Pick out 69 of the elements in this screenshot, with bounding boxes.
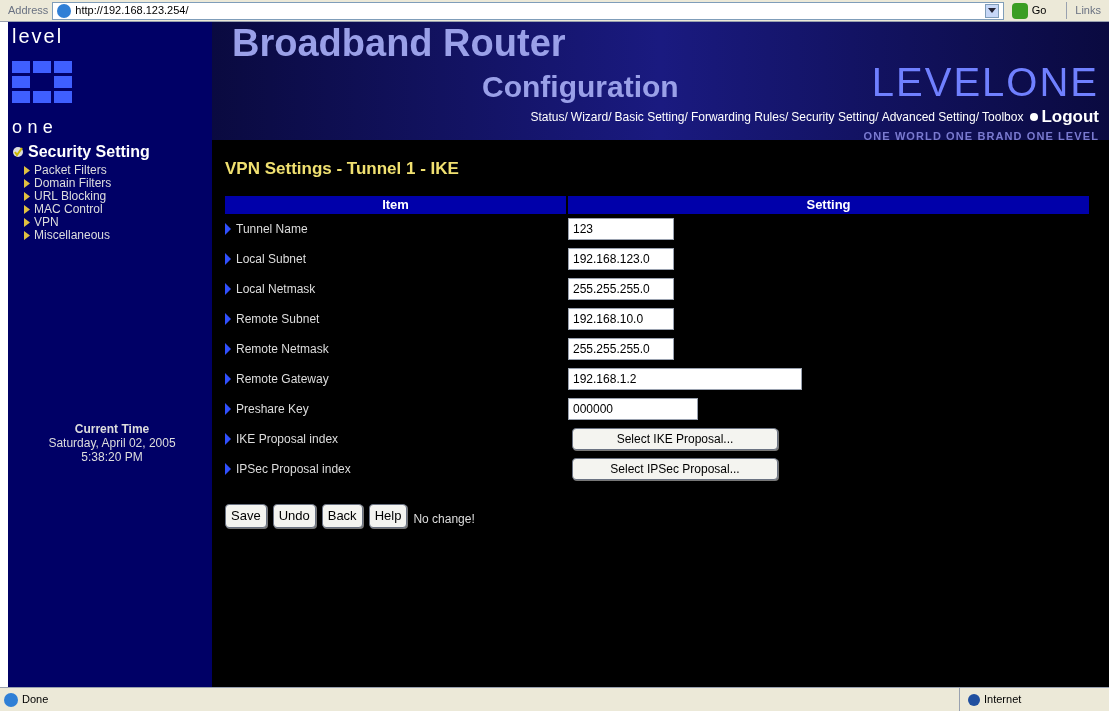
arrow-icon — [225, 462, 231, 475]
sidebar-section-title: Security Setting — [28, 142, 150, 162]
arrow-icon — [225, 312, 231, 325]
logo-text: one — [12, 118, 60, 136]
sidebar-link[interactable]: URL Blocking — [34, 190, 107, 203]
action-button[interactable]: Back — [321, 503, 363, 528]
go-button[interactable]: Go — [1031, 2, 1047, 19]
input-field[interactable]: 000000 — [568, 397, 698, 420]
logout-link[interactable]: Logout — [1041, 104, 1099, 130]
status-message: No change! — [413, 510, 475, 528]
arrow-icon — [225, 222, 231, 235]
sidebar-link[interactable]: Miscellaneous — [34, 229, 111, 242]
brand-logo: LEVELONE — [871, 62, 1099, 102]
brand-slogan: ONE WORLD ONE BRAND ONE LEVEL — [862, 129, 1099, 143]
field-label: IPSec Proposal index — [236, 460, 351, 478]
arrow-icon — [225, 342, 231, 355]
nav-link[interactable]: Advanced Setting/ — [881, 107, 980, 126]
time-text: 5:38:20 PM — [81, 450, 143, 464]
input-field[interactable]: 255.255.255.0 — [568, 337, 674, 360]
arrow-icon — [225, 372, 231, 385]
page-title: VPN Settings - Tunnel 1 - IKE — [225, 158, 460, 180]
arrow-icon — [225, 432, 231, 445]
address-field[interactable]: http://192.168.123.254/ — [52, 1, 1004, 20]
nav-link[interactable]: Wizard/ — [570, 107, 612, 126]
select-button[interactable]: Select IPSec Proposal... — [572, 457, 778, 480]
action-button[interactable]: Save — [225, 503, 267, 528]
input-field[interactable]: 123 — [568, 217, 674, 240]
nav-link[interactable]: Toolbox — [982, 107, 1024, 126]
logo-squares-drawing — [12, 61, 72, 103]
sidebar-link[interactable]: MAC Control — [34, 203, 103, 216]
field-label: Local Subnet — [236, 250, 307, 268]
input-field[interactable]: 192.168.10.0 — [568, 307, 674, 330]
time-label: Current Time — [74, 422, 150, 436]
arrow-icon — [225, 282, 231, 295]
sidebar-link[interactable]: Domain Filters — [34, 177, 112, 190]
input-field[interactable]: 192.168.123.0 — [568, 247, 674, 270]
check-icon — [12, 146, 24, 158]
input-field[interactable]: 255.255.255.0 — [568, 277, 674, 300]
nav-link[interactable]: Status/ — [530, 107, 568, 126]
zone-text: Internet — [984, 692, 1022, 708]
arrow-icon — [225, 252, 231, 265]
select-button[interactable]: Select IKE Proposal... — [572, 427, 778, 450]
links-label[interactable]: Links — [1066, 2, 1105, 19]
sidebar-link[interactable]: Packet Filters — [34, 164, 107, 177]
field-label: Remote Gateway — [236, 370, 329, 388]
field-label: Tunnel Name — [236, 220, 308, 238]
input-field[interactable]: 192.168.1.2 — [568, 367, 802, 390]
arrow-icon — [225, 402, 231, 415]
field-label: Remote Subnet — [236, 310, 320, 328]
sidebar-link[interactable]: VPN — [34, 216, 59, 229]
action-button[interactable]: Help — [368, 503, 408, 528]
nav-link[interactable]: Basic Setting/ — [614, 107, 688, 126]
field-label: IKE Proposal index — [236, 430, 339, 448]
banner-title: Broadband Router — [232, 24, 567, 62]
bullet-icon — [1030, 112, 1039, 121]
column-header: Setting — [568, 195, 1089, 214]
banner-subtitle: Configuration — [481, 72, 679, 102]
field-label: Preshare Key — [236, 400, 309, 418]
field-label: Local Netmask — [236, 280, 316, 298]
status-text: Done — [22, 692, 49, 708]
nav-link[interactable]: Forwarding Rules/ — [690, 107, 789, 126]
action-button[interactable]: Undo — [272, 503, 316, 528]
column-header: Item — [225, 195, 566, 214]
address-label: Address — [7, 3, 49, 19]
nav-link[interactable]: Security Setting/ — [791, 107, 879, 126]
logo-text: level — [12, 26, 65, 46]
field-label: Remote Netmask — [236, 340, 329, 358]
date-text: Saturday, April 02, 2005 — [48, 436, 176, 450]
dropdown-icon[interactable] — [984, 3, 999, 18]
